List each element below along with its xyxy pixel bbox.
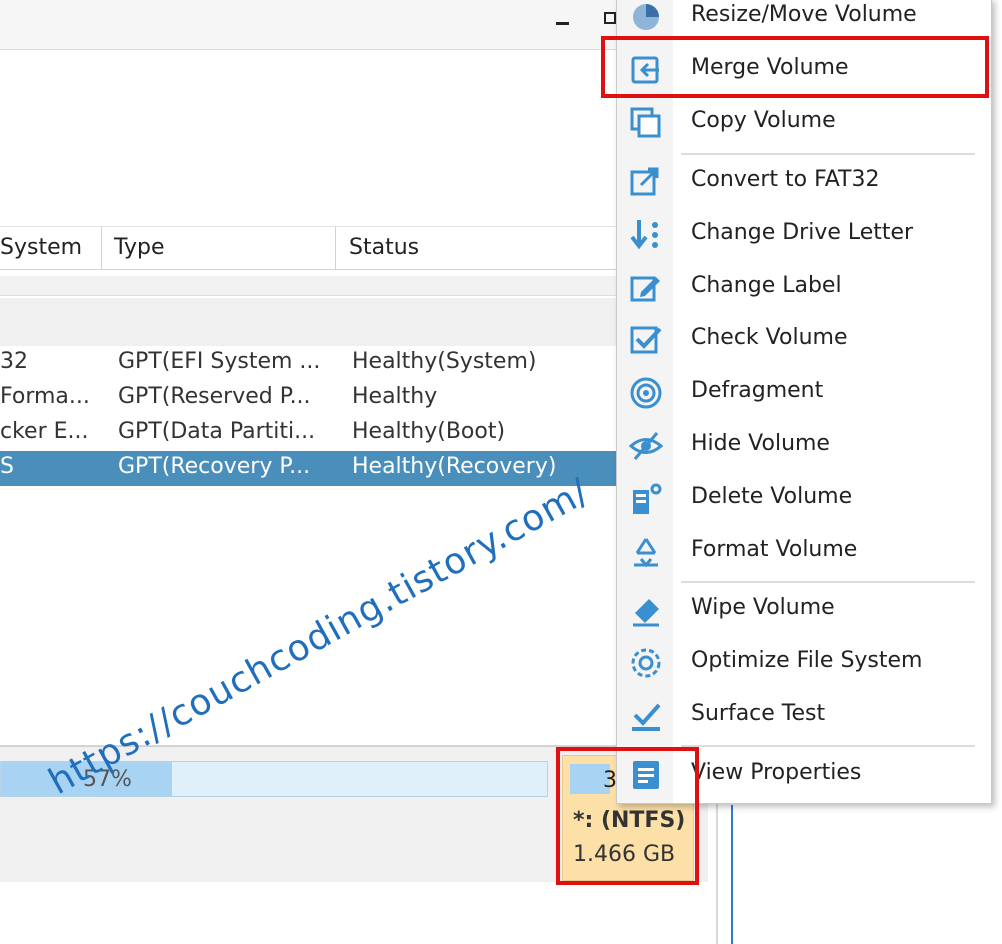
drive-letter-icon [630, 220, 658, 250]
menu-item-label: Hide Volume [691, 431, 830, 456]
menu-item-change-drive-letter[interactable]: Change Drive Letter [617, 212, 993, 260]
table-row[interactable]: 32 GPT(EFI System ... Healthy(System) [0, 346, 720, 381]
menu-separator [681, 153, 975, 155]
menu-item-surface-test[interactable]: Surface Test [617, 693, 993, 741]
menu-item-convert-to-fat32[interactable]: Convert to FAT32 [617, 159, 993, 207]
delete-icon [633, 483, 662, 514]
menu-item-label: View Properties [691, 760, 862, 785]
column-header-type[interactable]: Type [114, 235, 165, 260]
row-file-system: 32 [0, 349, 28, 374]
table-row-selected[interactable]: S GPT(Recovery P... Healthy(Recovery) [0, 451, 720, 486]
menu-item-copy-volume[interactable]: Copy Volume [617, 100, 993, 148]
menu-item-label: Resize/Move Volume [691, 2, 917, 27]
row-type: GPT(Recovery P... [118, 454, 311, 479]
eraser-icon [633, 599, 659, 627]
row-status: Healthy [352, 384, 438, 409]
menu-item-hide-volume[interactable]: Hide Volume [617, 423, 993, 471]
row-file-system: cker E... [0, 419, 89, 444]
column-divider[interactable] [101, 227, 102, 270]
column-divider[interactable] [335, 227, 336, 270]
pie-chart-icon [633, 4, 659, 30]
disk-group-row[interactable] [0, 298, 720, 346]
menu-item-delete-volume[interactable]: Delete Volume [617, 476, 993, 524]
table-row[interactable]: Forma... GPT(Reserved P... Healthy [0, 381, 720, 416]
highlight-box-merge-volume [601, 36, 989, 98]
row-type: GPT(Data Partiti... [118, 419, 316, 444]
row-status: Healthy(Boot) [352, 419, 506, 444]
menu-item-wipe-volume[interactable]: Wipe Volume [617, 587, 993, 635]
convert-icon [630, 167, 659, 196]
column-header-status[interactable]: Status [349, 235, 419, 260]
check-volume-icon [630, 326, 662, 354]
maximize-button[interactable] [604, 12, 616, 24]
menu-item-label: Format Volume [691, 537, 858, 562]
row-type: GPT(EFI System ... [118, 349, 321, 374]
table-row[interactable]: cker E... GPT(Data Partiti... Healthy(Bo… [0, 416, 720, 451]
menu-item-format-volume[interactable]: Format Volume [617, 529, 993, 577]
minimize-button[interactable] [556, 22, 569, 25]
hide-eye-icon [629, 432, 663, 460]
menu-item-label: Surface Test [691, 701, 826, 726]
highlight-box-partition [556, 747, 699, 885]
menu-item-label: Wipe Volume [691, 595, 835, 620]
menu-separator [681, 581, 975, 583]
row-file-system: S [0, 454, 14, 479]
format-recycle-icon [634, 538, 658, 568]
menu-item-label: Defragment [691, 378, 824, 403]
table-subheader [0, 276, 720, 296]
menu-item-label: Change Drive Letter [691, 220, 914, 245]
surface-test-icon [632, 703, 661, 731]
menu-item-label: Change Label [691, 273, 842, 298]
partition-table: System Type Status 32 GPT(EFI System ...… [0, 226, 720, 746]
menu-separator [681, 745, 975, 747]
row-type: GPT(Reserved P... [118, 384, 311, 409]
row-status: Healthy(System) [352, 349, 537, 374]
defragment-icon [630, 377, 662, 409]
menu-item-label: Optimize File System [691, 648, 923, 673]
pane-divider[interactable] [716, 800, 718, 944]
menu-item-label: Convert to FAT32 [691, 167, 880, 192]
menu-item-label: Check Volume [691, 325, 848, 350]
table-header: System Type Status [0, 226, 720, 270]
edit-label-icon [630, 276, 660, 302]
context-menu: Resize/Move Volume Merge Volume Copy Vol… [616, 0, 992, 804]
menu-item-label: Delete Volume [691, 484, 853, 509]
column-header-file-system[interactable]: System [0, 235, 82, 260]
menu-item-change-label[interactable]: Change Label [617, 265, 993, 313]
row-file-system: Forma... [0, 384, 90, 409]
row-status: Healthy(Recovery) [352, 454, 557, 479]
optimize-gear-icon [631, 648, 661, 678]
copy-icon [630, 107, 661, 138]
menu-item-defragment[interactable]: Defragment [617, 370, 993, 418]
menu-item-label: Copy Volume [691, 108, 836, 133]
menu-item-check-volume[interactable]: Check Volume [617, 317, 993, 365]
side-panel-edge [731, 805, 733, 944]
menu-item-optimize-file-system[interactable]: Optimize File System [617, 640, 993, 688]
